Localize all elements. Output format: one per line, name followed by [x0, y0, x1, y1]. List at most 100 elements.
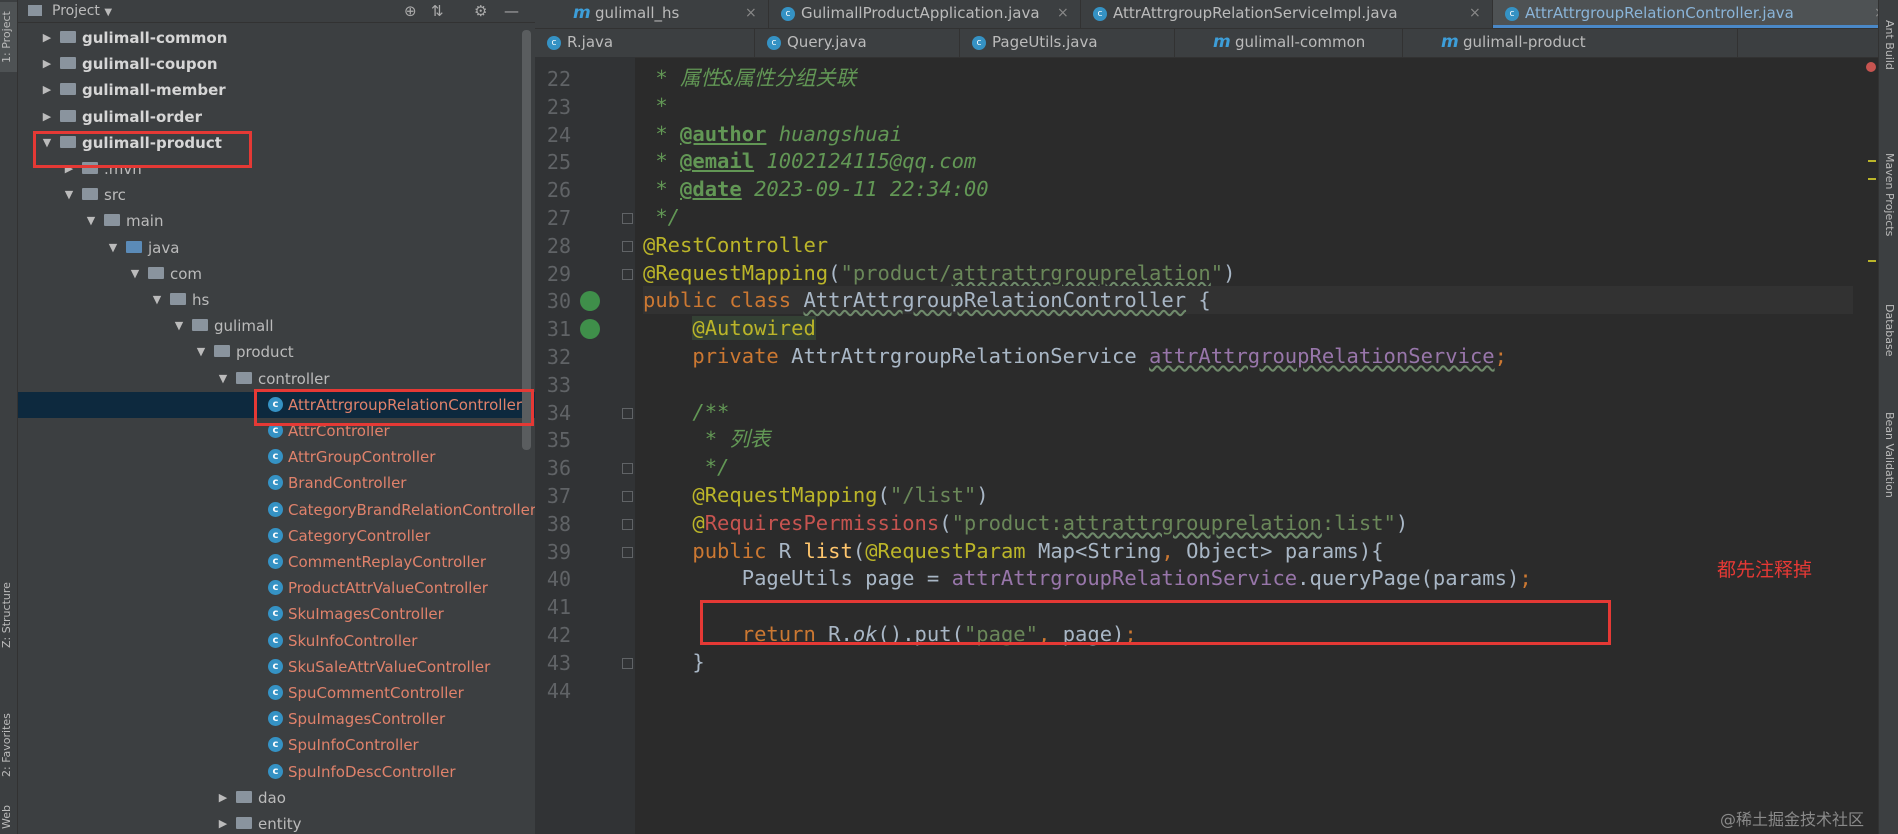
expand-arrow-icon[interactable]: ▼: [150, 287, 164, 313]
code-line[interactable]: * @author huangshuai: [643, 120, 902, 148]
code-line[interactable]: @RestController: [643, 231, 828, 259]
tree-node-spuimagescontroller[interactable]: c SpuImagesController: [18, 706, 535, 732]
target-icon[interactable]: ⊕: [404, 2, 417, 20]
gutter-bean-icon[interactable]: [580, 291, 600, 312]
code-line[interactable]: */: [643, 203, 680, 231]
tree-node-skusaleattrvaluecontroller[interactable]: c SkuSaleAttrValueController: [18, 654, 535, 680]
tab-gulimall-hs[interactable]: m gulimall_hs ×: [535, 0, 769, 28]
tree-node-skuimagescontroller[interactable]: c SkuImagesController: [18, 601, 535, 627]
tree-node-gulimall-member[interactable]: ▶ gulimall-member: [18, 77, 535, 103]
tree-node-categorybrandrelationcontroller[interactable]: c CategoryBrandRelationController: [18, 497, 535, 523]
fold-marker-icon[interactable]: [622, 546, 633, 558]
database-tool-tab[interactable]: Database: [1879, 290, 1896, 370]
ant-build-tool-tab[interactable]: Ant Build: [1879, 5, 1896, 85]
tree-node-gulimall-coupon[interactable]: ▶ gulimall-coupon: [18, 51, 535, 77]
minimize-icon[interactable]: —: [504, 2, 519, 20]
tree-node-dao[interactable]: ▶ dao: [18, 785, 535, 811]
tree-node-hs[interactable]: ▼ hs: [18, 287, 535, 313]
collapse-arrow-icon[interactable]: ▶: [40, 25, 54, 51]
code-line[interactable]: public class AttrAttrgroupRelationContro…: [643, 286, 1853, 315]
fold-marker-icon[interactable]: [622, 491, 633, 502]
project-tool-tab[interactable]: 1: Project: [0, 2, 17, 72]
expand-arrow-icon[interactable]: ▼: [128, 261, 142, 287]
tab-gulimall-common[interactable]: m gulimall-common: [1175, 29, 1403, 57]
tree-node-spuinfodesccontroller[interactable]: c SpuInfoDescController: [18, 759, 535, 785]
code-line[interactable]: public R list(@RequestParam Map<String, …: [643, 537, 1383, 565]
tab-query-java[interactable]: c Query.java: [755, 29, 960, 57]
expand-arrow-icon[interactable]: ▼: [62, 182, 76, 208]
code-line[interactable]: PageUtils page = attrAttrgroupRelationSe…: [643, 564, 1532, 592]
tree-node-attrgroupcontroller[interactable]: c AttrGroupController: [18, 444, 535, 470]
code-line[interactable]: @RequestMapping("product/attrattrgroupre…: [643, 259, 1235, 287]
expand-arrow-icon[interactable]: ▼: [106, 235, 120, 261]
tab-pageutils-java[interactable]: c PageUtils.java: [960, 29, 1175, 57]
close-tab-icon[interactable]: ×: [1057, 0, 1069, 26]
maven-projects-tool-tab[interactable]: Maven Projects: [1879, 140, 1896, 250]
collapse-arrow-icon[interactable]: ▶: [216, 811, 230, 834]
tree-node-java[interactable]: ▼ java: [18, 235, 535, 261]
expand-arrow-icon[interactable]: ▼: [172, 313, 186, 339]
web-tool-tab[interactable]: Web: [0, 800, 17, 834]
favorites-tool-tab[interactable]: 2: Favorites: [0, 700, 17, 790]
code-line[interactable]: *: [643, 92, 667, 120]
gear-icon[interactable]: ⚙: [474, 2, 487, 20]
code-line[interactable]: * @email 1002124115@qq.com: [643, 147, 976, 175]
close-tab-icon[interactable]: ×: [1469, 0, 1481, 26]
scroll-marker[interactable]: [1868, 260, 1876, 262]
code-area[interactable]: * 属性&属性分组关联 * * @author huangshuai * @em…: [643, 57, 1853, 834]
code-line[interactable]: * @date 2023-09-11 22:34:00: [643, 175, 988, 203]
collapse-icon[interactable]: ⇅: [431, 2, 444, 20]
tree-node-productattrvaluecontroller[interactable]: c ProductAttrValueController: [18, 575, 535, 601]
tab-r-java[interactable]: c R.java: [535, 29, 755, 57]
tree-node-com[interactable]: ▼ com: [18, 261, 535, 287]
code-line[interactable]: @RequestMapping("/list"): [643, 481, 988, 509]
bean-validation-tool-tab[interactable]: Bean Validation: [1879, 390, 1896, 520]
collapse-arrow-icon[interactable]: ▶: [40, 77, 54, 103]
expand-arrow-icon[interactable]: ▼: [194, 339, 208, 365]
scroll-marker[interactable]: [1868, 160, 1876, 162]
expand-arrow-icon[interactable]: ▼: [84, 208, 98, 234]
fold-marker-icon[interactable]: [622, 268, 633, 280]
expand-arrow-icon[interactable]: ▼: [216, 366, 230, 392]
code-line[interactable]: * 属性&属性分组关联: [643, 64, 856, 92]
code-line[interactable]: /**: [643, 398, 729, 426]
tab-gulimallproductapplication-java[interactable]: c GulimallProductApplication.java ×: [769, 0, 1081, 28]
tree-node-gulimall-order[interactable]: ▶ gulimall-order: [18, 104, 535, 130]
tree-node-gulimall-common[interactable]: ▶ gulimall-common: [18, 25, 535, 51]
tree-node-skuinfocontroller[interactable]: c SkuInfoController: [18, 628, 535, 654]
collapse-arrow-icon[interactable]: ▶: [40, 104, 54, 130]
code-line[interactable]: private AttrAttrgroupRelationService att…: [643, 342, 1507, 370]
fold-marker-icon[interactable]: [622, 407, 633, 419]
tree-node-entity[interactable]: ▶ entity: [18, 811, 535, 834]
tree-node-src[interactable]: ▼ src: [18, 182, 535, 208]
tree-node-commentreplaycontroller[interactable]: c CommentReplayController: [18, 549, 535, 575]
tab-gulimall-product[interactable]: m gulimall-product: [1403, 29, 1738, 57]
fold-marker-icon[interactable]: [622, 213, 633, 224]
tree-node-main[interactable]: ▼ main: [18, 208, 535, 234]
code-line[interactable]: }: [643, 648, 704, 676]
tree-node-categorycontroller[interactable]: c CategoryController: [18, 523, 535, 549]
collapse-arrow-icon[interactable]: ▶: [40, 51, 54, 77]
structure-tool-tab[interactable]: Z: Structure: [0, 570, 17, 660]
error-indicator-icon[interactable]: [1866, 62, 1876, 72]
scroll-marker[interactable]: [1868, 178, 1876, 180]
fold-marker-icon[interactable]: [622, 657, 633, 669]
code-line[interactable]: */: [643, 453, 730, 481]
tree-node-controller[interactable]: ▼ controller: [18, 366, 535, 392]
code-line[interactable]: @Autowired: [643, 314, 816, 342]
tree-node-product[interactable]: ▼ product: [18, 339, 535, 365]
fold-marker-icon[interactable]: [622, 518, 633, 530]
tab-attrattrgrouprelationserviceimpl-java[interactable]: c AttrAttrgroupRelationServiceImpl.java ×: [1081, 0, 1493, 28]
code-line[interactable]: @RequiresPermissions("product:attrattrgr…: [643, 509, 1408, 537]
tab-attrattrgrouprelationcontroller-java[interactable]: cAttrAttrgroupRelationController.java×: [1493, 0, 1898, 28]
tree-node-spucommentcontroller[interactable]: c SpuCommentController: [18, 680, 535, 706]
fold-marker-icon[interactable]: [622, 463, 633, 475]
tree-node-gulimall[interactable]: ▼ gulimall: [18, 313, 535, 339]
fold-marker-icon[interactable]: [622, 240, 633, 252]
project-view-selector[interactable]: Project ▼: [52, 3, 112, 19]
tree-node-brandcontroller[interactable]: c BrandController: [18, 470, 535, 496]
tree-node-spuinfocontroller[interactable]: c SpuInfoController: [18, 732, 535, 758]
close-tab-icon[interactable]: ×: [745, 0, 757, 26]
gutter-autowire-icon[interactable]: [580, 319, 600, 340]
code-line[interactable]: * 列表: [643, 425, 771, 453]
